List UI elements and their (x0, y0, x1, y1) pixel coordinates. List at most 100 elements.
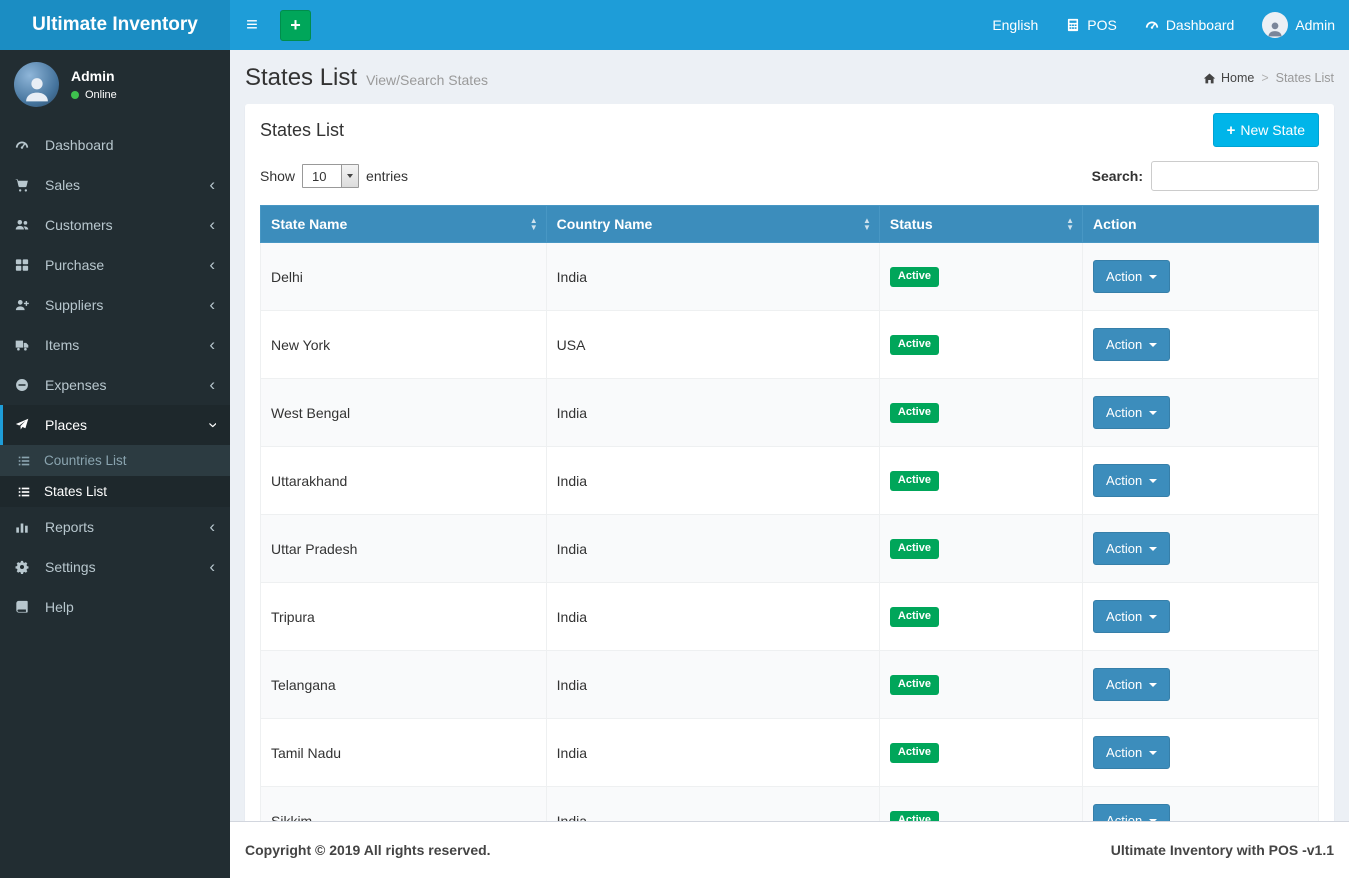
search-input[interactable] (1151, 161, 1319, 191)
sidebar-toggle-button[interactable]: ≡ (230, 0, 274, 50)
action-dropdown-button[interactable]: Action (1093, 328, 1171, 361)
sort-desc-icon: ▼ (1066, 223, 1075, 232)
action-dropdown-button[interactable]: Action (1093, 464, 1171, 497)
sidebar-item-suppliers[interactable]: Suppliers ‹ (0, 285, 230, 325)
action-dropdown-button[interactable]: Action (1093, 668, 1171, 701)
state-name-cell: New York (260, 310, 547, 379)
table-row: Uttarakhand India Active Action (260, 446, 1319, 515)
chevron-left-icon: ‹ (209, 295, 215, 314)
action-dropdown-button[interactable]: Action (1093, 532, 1171, 565)
country-name-cell: India (545, 514, 880, 583)
status-cell: Active (878, 514, 1084, 583)
country-name-cell: India (545, 378, 880, 447)
caret-down-icon (1149, 615, 1158, 619)
breadcrumb-home-link[interactable]: Home (1203, 71, 1254, 85)
box-title: States List (260, 119, 345, 140)
status-cell: Active (878, 310, 1084, 379)
chevron-left-icon: ‹ (209, 557, 215, 576)
sidebar-item-items[interactable]: Items ‹ (0, 325, 230, 365)
user-panel: Admin Online (0, 50, 230, 121)
action-dropdown-button[interactable]: Action (1093, 804, 1171, 821)
action-dropdown-button[interactable]: Action (1093, 736, 1171, 769)
sidebar-item-sales[interactable]: Sales ‹ (0, 165, 230, 205)
sidebar-item-purchase[interactable]: Purchase ‹ (0, 245, 230, 285)
state-name-cell: Telangana (260, 650, 547, 719)
breadcrumb: Home > States List (1203, 71, 1334, 85)
book-icon (15, 600, 39, 614)
action-cell: Action (1082, 446, 1319, 515)
chevron-down-icon: ‹ (202, 422, 222, 428)
sidebar-item-states-list[interactable]: States List (0, 476, 230, 507)
quick-add-button[interactable]: + (280, 9, 311, 41)
table-row: Tamil Nadu India Active Action (260, 718, 1319, 787)
state-name-cell: Uttarakhand (260, 446, 547, 515)
sidebar-item-places[interactable]: Places ‹ (0, 405, 230, 445)
status-badge: Active (889, 607, 939, 627)
action-dropdown-button[interactable]: Action (1093, 396, 1171, 429)
sort-icon: ▲ ▼ (1066, 217, 1075, 232)
caret-down-icon (1149, 479, 1158, 483)
entries-length-control: Show 10 entries (260, 164, 408, 188)
status-badge: Active (889, 811, 939, 821)
table-row: Delhi India Active Action (260, 242, 1319, 311)
status-badge: Active (889, 267, 939, 287)
state-name-cell: Tripura (260, 582, 547, 651)
action-cell: Action (1082, 310, 1319, 379)
column-header-status[interactable]: Status ▲ ▼ (878, 205, 1084, 243)
sidebar-item-countries-list[interactable]: Countries List (0, 445, 230, 476)
status-badge: Active (889, 539, 939, 559)
status-cell: Active (878, 242, 1084, 311)
sidebar-item-dashboard[interactable]: Dashboard (0, 125, 230, 165)
page-subtitle: View/Search States (366, 72, 488, 88)
breadcrumb-current: States List (1275, 71, 1334, 85)
caret-down-icon (1149, 751, 1158, 755)
sidebar-item-expenses[interactable]: Expenses ‹ (0, 365, 230, 405)
status-badge: Active (889, 335, 939, 355)
column-header-state-name[interactable]: State Name ▲ ▼ (260, 205, 547, 243)
top-navbar: Ultimate Inventory ≡ + English POS Dashb… (0, 0, 1349, 50)
caret-down-icon (1149, 275, 1158, 279)
status-cell: Active (878, 718, 1084, 787)
calculator-icon (1066, 18, 1080, 32)
state-name-cell: Sikkim (260, 786, 547, 821)
table-row: West Bengal India Active Action (260, 378, 1319, 447)
country-name-cell: India (545, 446, 880, 515)
chevron-left-icon: ‹ (209, 175, 215, 194)
dashboard-link[interactable]: Dashboard (1131, 0, 1249, 50)
action-dropdown-button[interactable]: Action (1093, 260, 1171, 293)
brand-logo[interactable]: Ultimate Inventory (0, 0, 230, 50)
language-menu[interactable]: English (978, 0, 1052, 50)
action-cell: Action (1082, 786, 1319, 821)
column-header-country-name[interactable]: Country Name ▲ ▼ (545, 205, 880, 243)
page-title: States List (245, 64, 358, 91)
brand-title: Ultimate Inventory (32, 14, 198, 35)
user-label: Admin (1295, 17, 1335, 33)
pos-link[interactable]: POS (1052, 0, 1131, 50)
column-header-action: Action (1082, 205, 1319, 243)
action-cell: Action (1082, 718, 1319, 787)
sidebar-item-reports[interactable]: Reports ‹ (0, 507, 230, 547)
caret-down-icon (1149, 683, 1158, 687)
grid-icon (15, 258, 39, 272)
send-icon (15, 418, 39, 432)
sidebar-item-help[interactable]: Help (0, 587, 230, 627)
user-menu[interactable]: Admin (1248, 0, 1349, 50)
state-name-cell: Tamil Nadu (260, 718, 547, 787)
state-name-cell: Delhi (260, 242, 547, 311)
state-name-cell: West Bengal (260, 378, 547, 447)
sidebar-item-customers[interactable]: Customers ‹ (0, 205, 230, 245)
table-row: Sikkim India Active Action (260, 786, 1319, 821)
chevron-left-icon: ‹ (209, 375, 215, 394)
table-controls: Show 10 entries Search: (245, 155, 1334, 205)
action-dropdown-button[interactable]: Action (1093, 600, 1171, 633)
entries-select[interactable]: 10 (302, 164, 360, 188)
status-badge: Active (889, 471, 939, 491)
table-row: Tripura India Active Action (260, 582, 1319, 651)
caret-down-icon (1149, 343, 1158, 347)
sidebar-item-settings[interactable]: Settings ‹ (0, 547, 230, 587)
entries-label: entries (366, 168, 409, 184)
new-state-button[interactable]: + New State (1212, 113, 1319, 147)
chevron-left-icon: ‹ (209, 255, 215, 274)
caret-down-icon (1149, 411, 1158, 415)
chevron-left-icon: ‹ (209, 215, 215, 234)
